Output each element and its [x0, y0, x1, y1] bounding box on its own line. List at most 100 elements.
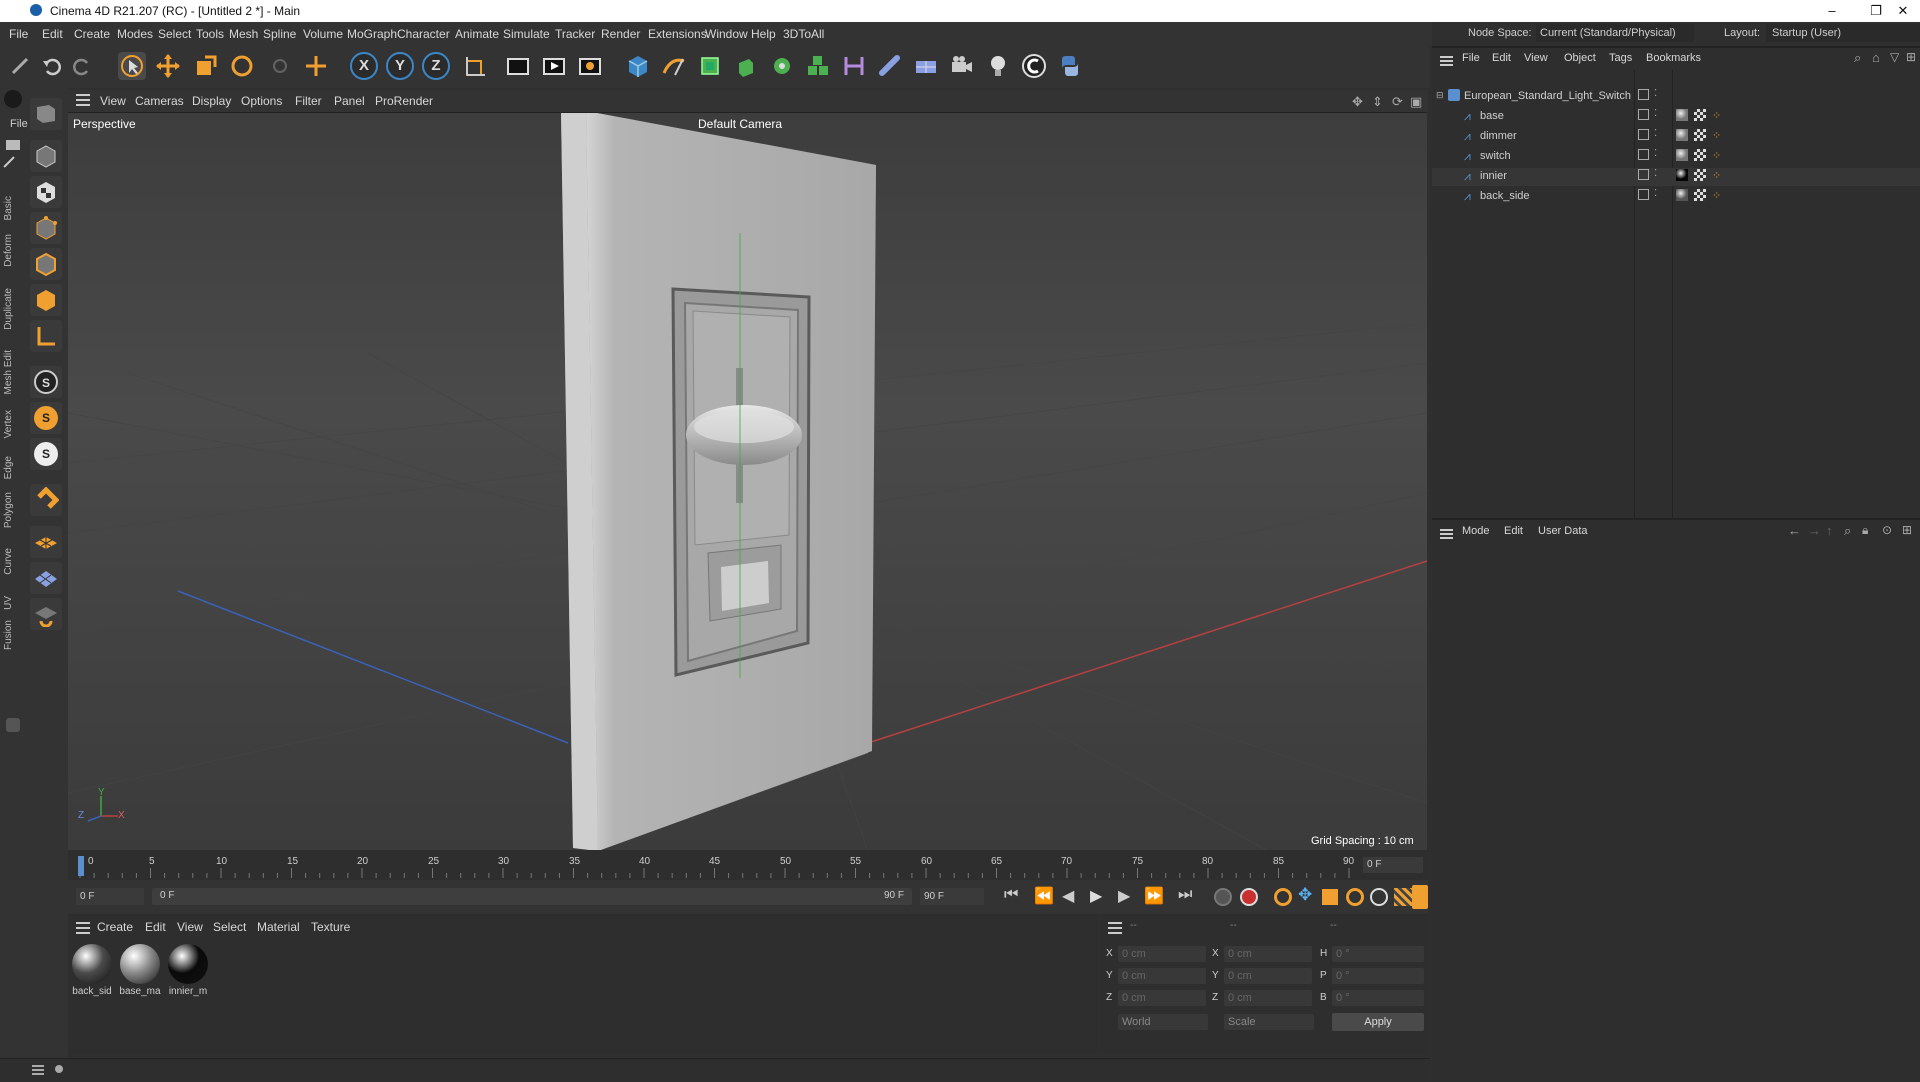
menu-spline[interactable]: Spline [263, 27, 296, 41]
tab-fusion[interactable]: Fusion [3, 620, 21, 650]
snap-s-button-1[interactable]: S [30, 366, 62, 398]
menu-3dtoall[interactable]: 3DToAll [783, 27, 824, 41]
menu-window[interactable]: Window [705, 27, 748, 41]
tab-mesh-edit[interactable]: Mesh Edit [3, 350, 21, 394]
collapse-toggle-icon[interactable]: ⊟ [1436, 90, 1444, 101]
am-menu-user-data[interactable]: User Data [1538, 525, 1588, 537]
palette-arrow-icon[interactable] [6, 140, 20, 150]
menu-edit[interactable]: Edit [42, 27, 63, 41]
menu-create[interactable]: Create [74, 27, 110, 41]
viewport-move-icon[interactable]: ✥ [1352, 94, 1363, 110]
workplane-icon[interactable] [30, 526, 62, 558]
node-space-dropdown[interactable]: Current (Standard/Physical) [1536, 24, 1694, 42]
rotation-h-field[interactable]: 0 ° [1332, 946, 1424, 962]
apply-button[interactable]: Apply [1332, 1013, 1424, 1031]
render-to-picture-viewer-icon[interactable] [540, 52, 568, 80]
viewport-menu-view[interactable]: View [100, 94, 126, 108]
object-row-innier[interactable]: ⩘ innier ⁚ ⁘ [1432, 168, 1920, 186]
am-search-icon[interactable]: ⌕ [1844, 523, 1851, 539]
key-rotation-icon[interactable] [1346, 888, 1364, 906]
next-keyframe-icon[interactable]: ⏩ [1144, 886, 1164, 906]
menu-mograph[interactable]: MoGraph [347, 27, 397, 41]
visibility-check-icon[interactable] [1638, 109, 1649, 120]
go-to-start-icon[interactable]: ⏮ [1004, 886, 1018, 904]
object-row-base[interactable]: ⩘ base ⁚ ⁘ [1432, 108, 1920, 126]
viewport-rotate-icon[interactable]: ⟳ [1392, 94, 1403, 110]
redo-button[interactable] [68, 52, 96, 80]
om-home-icon[interactable]: ⌂ [1872, 50, 1880, 65]
move-tool-icon[interactable] [154, 52, 182, 80]
snap-s-button-3[interactable]: S [30, 438, 62, 470]
uvw-tag-icon[interactable] [1694, 129, 1706, 141]
tab-edge[interactable]: Edge [3, 456, 21, 479]
floor-object-icon[interactable] [876, 52, 904, 80]
play-icon[interactable]: ▶ [1090, 886, 1102, 906]
layout-dropdown[interactable]: Startup (User) [1766, 24, 1920, 42]
uvw-tag-icon[interactable] [1694, 169, 1706, 181]
menu-tools[interactable]: Tools [196, 27, 224, 41]
position-x-field[interactable]: 0 cm [1118, 946, 1206, 962]
coordinate-space-select[interactable]: World [1118, 1014, 1208, 1030]
render-dots-icon[interactable]: ⁚ [1654, 148, 1657, 159]
playhead-marker[interactable] [78, 856, 84, 876]
tab-duplicate[interactable]: Duplicate [3, 288, 21, 330]
undo-view-button[interactable] [6, 52, 34, 80]
cloner-icon[interactable] [768, 52, 796, 80]
render-view-icon[interactable] [504, 52, 532, 80]
om-menu-edit[interactable]: Edit [1492, 52, 1511, 64]
python-icon[interactable] [1056, 52, 1084, 80]
render-dots-icon[interactable]: ⁚ [1654, 128, 1657, 139]
phong-tag-icon[interactable]: ⁘ [1712, 129, 1724, 142]
viewport-menu-filter[interactable]: Filter [295, 94, 322, 108]
material-tag-icon[interactable] [1676, 109, 1688, 121]
am-menu-mode[interactable]: Mode [1462, 525, 1490, 537]
y-axis-lock-button[interactable]: Y [386, 52, 414, 80]
undo-button[interactable] [38, 52, 66, 80]
viewport-menu-panel[interactable]: Panel [334, 94, 365, 108]
keyframe-selection-icon[interactable] [1274, 888, 1292, 906]
object-row-switch[interactable]: ⩘ switch ⁚ ⁘ [1432, 148, 1920, 166]
menu-character[interactable]: Character [397, 27, 450, 41]
viewport-maximize-icon[interactable]: ▣ [1410, 94, 1422, 110]
render-dots-icon[interactable]: ⁚ [1654, 108, 1657, 119]
uvw-tag-icon[interactable] [1694, 109, 1706, 121]
visibility-check-icon[interactable] [1638, 89, 1649, 100]
texture-mode-icon[interactable] [30, 176, 62, 208]
menu-mesh[interactable]: Mesh [229, 27, 258, 41]
extrude-generator-icon[interactable] [732, 52, 760, 80]
previous-frame-icon[interactable]: ◀ [1062, 886, 1074, 906]
point-mode-icon[interactable] [30, 212, 62, 244]
recent-tool-icon[interactable] [266, 52, 294, 80]
tab-polygon[interactable]: Polygon [3, 492, 21, 528]
3d-viewport[interactable]: Perspective Default Camera Grid Spacing … [68, 112, 1427, 851]
material-swatch[interactable]: back_sid [70, 942, 114, 1002]
attribute-hamburger-icon[interactable] [1440, 529, 1453, 531]
menu-select[interactable]: Select [158, 27, 191, 41]
phong-tag-icon[interactable]: ⁘ [1712, 109, 1724, 122]
rotate-tool-icon[interactable] [228, 52, 256, 80]
forward-arrow-icon[interactable]: → [1808, 523, 1821, 538]
status-hamburger-icon[interactable] [32, 1065, 44, 1067]
am-menu-edit[interactable]: Edit [1504, 525, 1523, 537]
up-arrow-icon[interactable]: ↑ [1826, 523, 1833, 538]
subdivision-surface-icon[interactable] [696, 52, 724, 80]
viewport-menu-prorender[interactable]: ProRender [375, 94, 433, 108]
timeline-window-icon[interactable] [1412, 885, 1428, 909]
om-menu-tags[interactable]: Tags [1609, 52, 1632, 64]
polygon-mode-icon[interactable] [30, 284, 62, 316]
menu-volume[interactable]: Volume [303, 27, 343, 41]
mat-menu-view[interactable]: View [177, 920, 203, 934]
om-menu-file[interactable]: File [1462, 52, 1480, 64]
mat-menu-material[interactable]: Material [257, 920, 300, 934]
visibility-check-icon[interactable] [1638, 189, 1649, 200]
om-menu-bookmarks[interactable]: Bookmarks [1646, 52, 1701, 64]
tab-deform[interactable]: Deform [3, 234, 21, 267]
next-frame-icon[interactable]: ▶ [1118, 886, 1130, 906]
camera-name-label[interactable]: Default Camera [698, 117, 782, 131]
rotation-p-field[interactable]: 0 ° [1332, 968, 1424, 984]
coordinate-system-icon[interactable] [460, 52, 488, 80]
tab-basic[interactable]: Basic [3, 196, 21, 220]
key-pla-icon[interactable] [1394, 888, 1412, 906]
viewport-hamburger-icon[interactable] [76, 94, 90, 96]
pen-spline-icon[interactable] [660, 52, 688, 80]
